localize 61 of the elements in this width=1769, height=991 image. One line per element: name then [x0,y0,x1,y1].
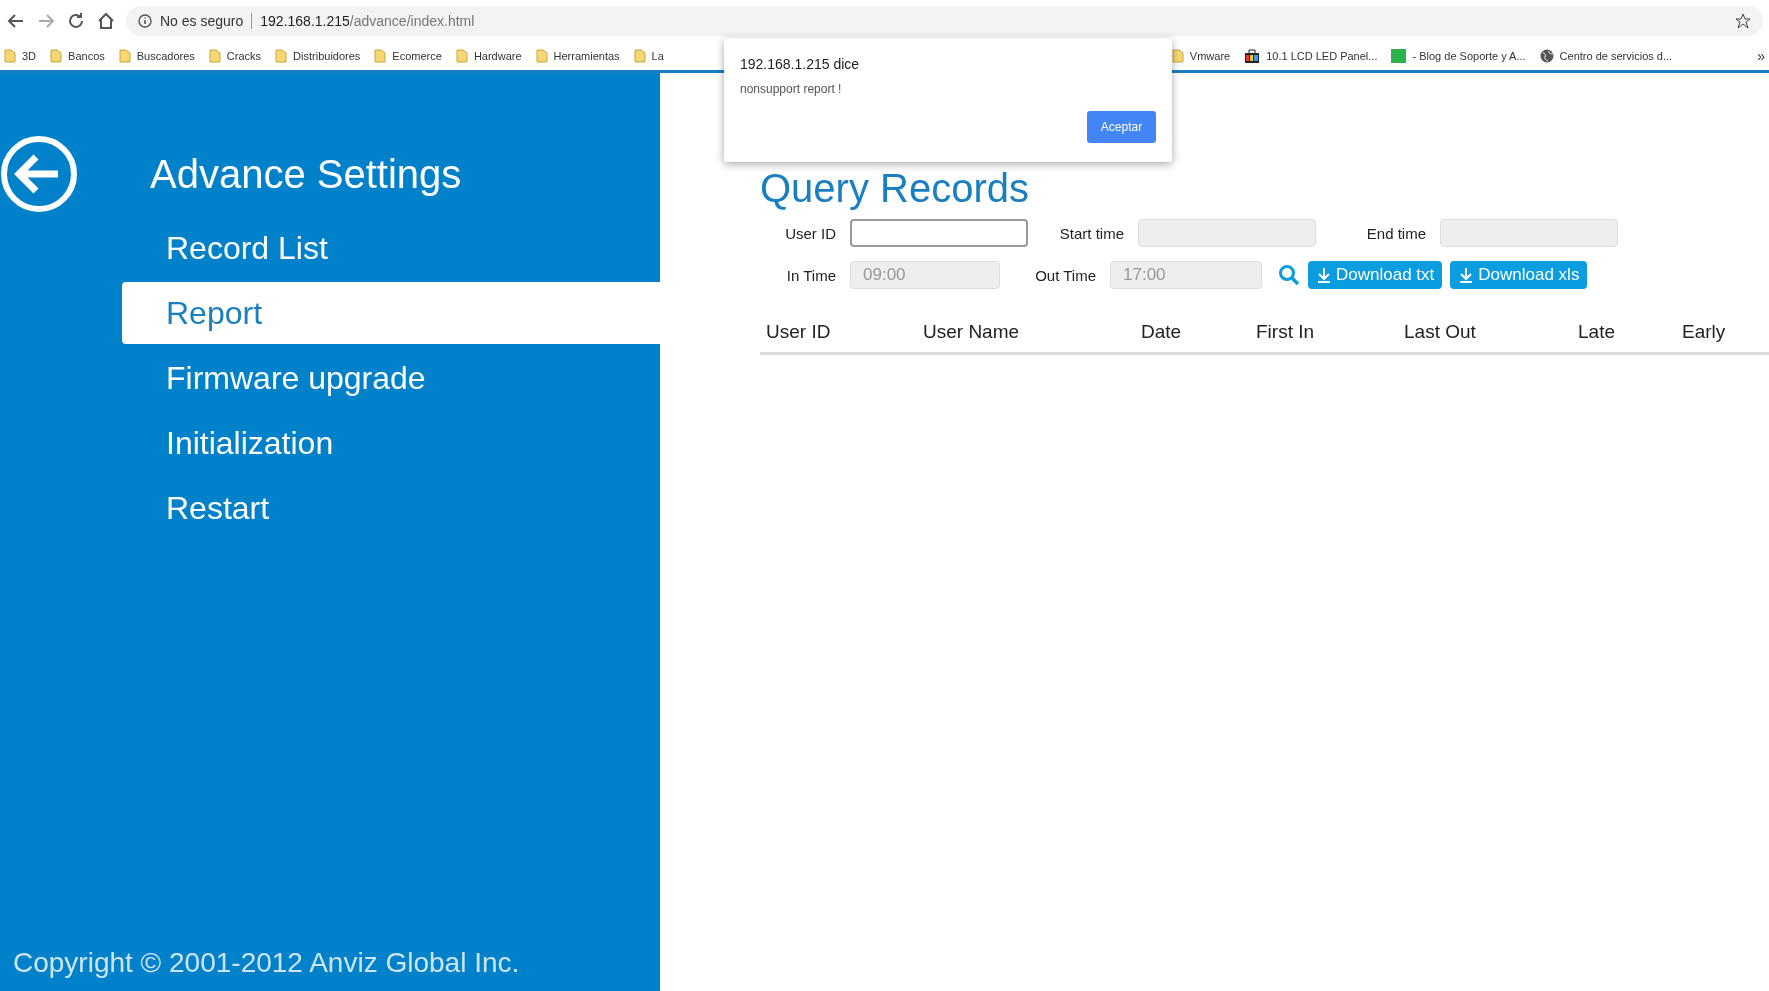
bookmark[interactable]: Cracks [208,49,262,63]
menu-item[interactable]: Report [122,282,660,344]
field-label: End time [1365,224,1427,242]
page-title: Query Records [760,168,1029,208]
column-header: Late [1578,321,1616,343]
reload-icon[interactable] [66,11,86,31]
star-icon[interactable] [1735,13,1751,29]
folder-icon [4,49,16,63]
download-icon [1458,267,1475,283]
folder-icon [633,49,646,63]
accept-button[interactable]: Aceptar [1087,111,1156,143]
field-label: Start time [1058,224,1125,242]
info-icon [138,14,152,28]
folder-icon [455,49,468,63]
site-icon [1391,49,1407,63]
dialog-message: nonsupport report ! [740,82,843,96]
bookmark[interactable]: Hardware [455,49,522,63]
url-host: 192.168.1.215 [260,13,350,29]
folder-icon [208,49,221,63]
search-icon[interactable] [1278,264,1300,286]
bookmark[interactable]: Ecomerce [374,49,442,63]
folder-icon [275,49,288,63]
column-header: User ID [766,321,832,343]
menu-item[interactable]: Record List [122,217,660,279]
bookmark[interactable]: Buscadores [118,49,195,63]
url-path: /advance/index.html [349,13,475,29]
copyright: Copyright © 2001-2012 Anviz Global Inc. [13,947,521,979]
column-header: Early [1682,321,1727,343]
field-label: Out Time [1034,266,1097,284]
menu-item[interactable]: Firmware upgrade [122,347,660,409]
shopping-bag-icon [1244,49,1261,63]
field-label: In Time [785,266,837,284]
bookmark[interactable]: Distribuidores [275,49,361,63]
bookmark[interactable]: Vmware [1171,49,1231,63]
bookmark[interactable]: Centro de servicios d... [1539,49,1673,63]
sidebar-title: Advance Settings [150,151,462,197]
column-header: User Name [923,321,1021,343]
input-field[interactable] [850,219,1028,247]
folder-icon [118,49,131,63]
column-header: Date [1141,321,1183,343]
menu-item[interactable]: Restart [122,477,660,539]
bookmark[interactable]: La [633,49,664,63]
more-bookmarks[interactable]: » [1757,48,1765,64]
address-bar[interactable]: No es seguro 192.168.1.215/advance/index.html [126,6,1763,36]
menu-item[interactable]: Initialization [122,412,660,474]
home-icon[interactable] [96,11,116,31]
security-label: No es seguro [160,13,253,29]
folder-icon [50,49,63,63]
dialog-title: 192.168.1.215 dice [740,56,861,72]
field-label: User ID [784,224,837,242]
bookmark[interactable]: 3D [4,49,37,63]
column-header: Last Out [1404,321,1477,343]
bookmark[interactable]: 10.1 LCD LED Panel... [1244,49,1378,63]
bookmark[interactable]: Bancos [50,49,105,63]
download-icon [1316,267,1332,283]
folder-icon [374,49,387,63]
bookmark[interactable]: - Blog de Soporte y A... [1391,49,1526,63]
globe-icon [1539,49,1554,63]
column-header: First In [1256,321,1316,343]
folder-icon [535,49,548,63]
bookmark[interactable]: Herramientas [535,49,620,63]
